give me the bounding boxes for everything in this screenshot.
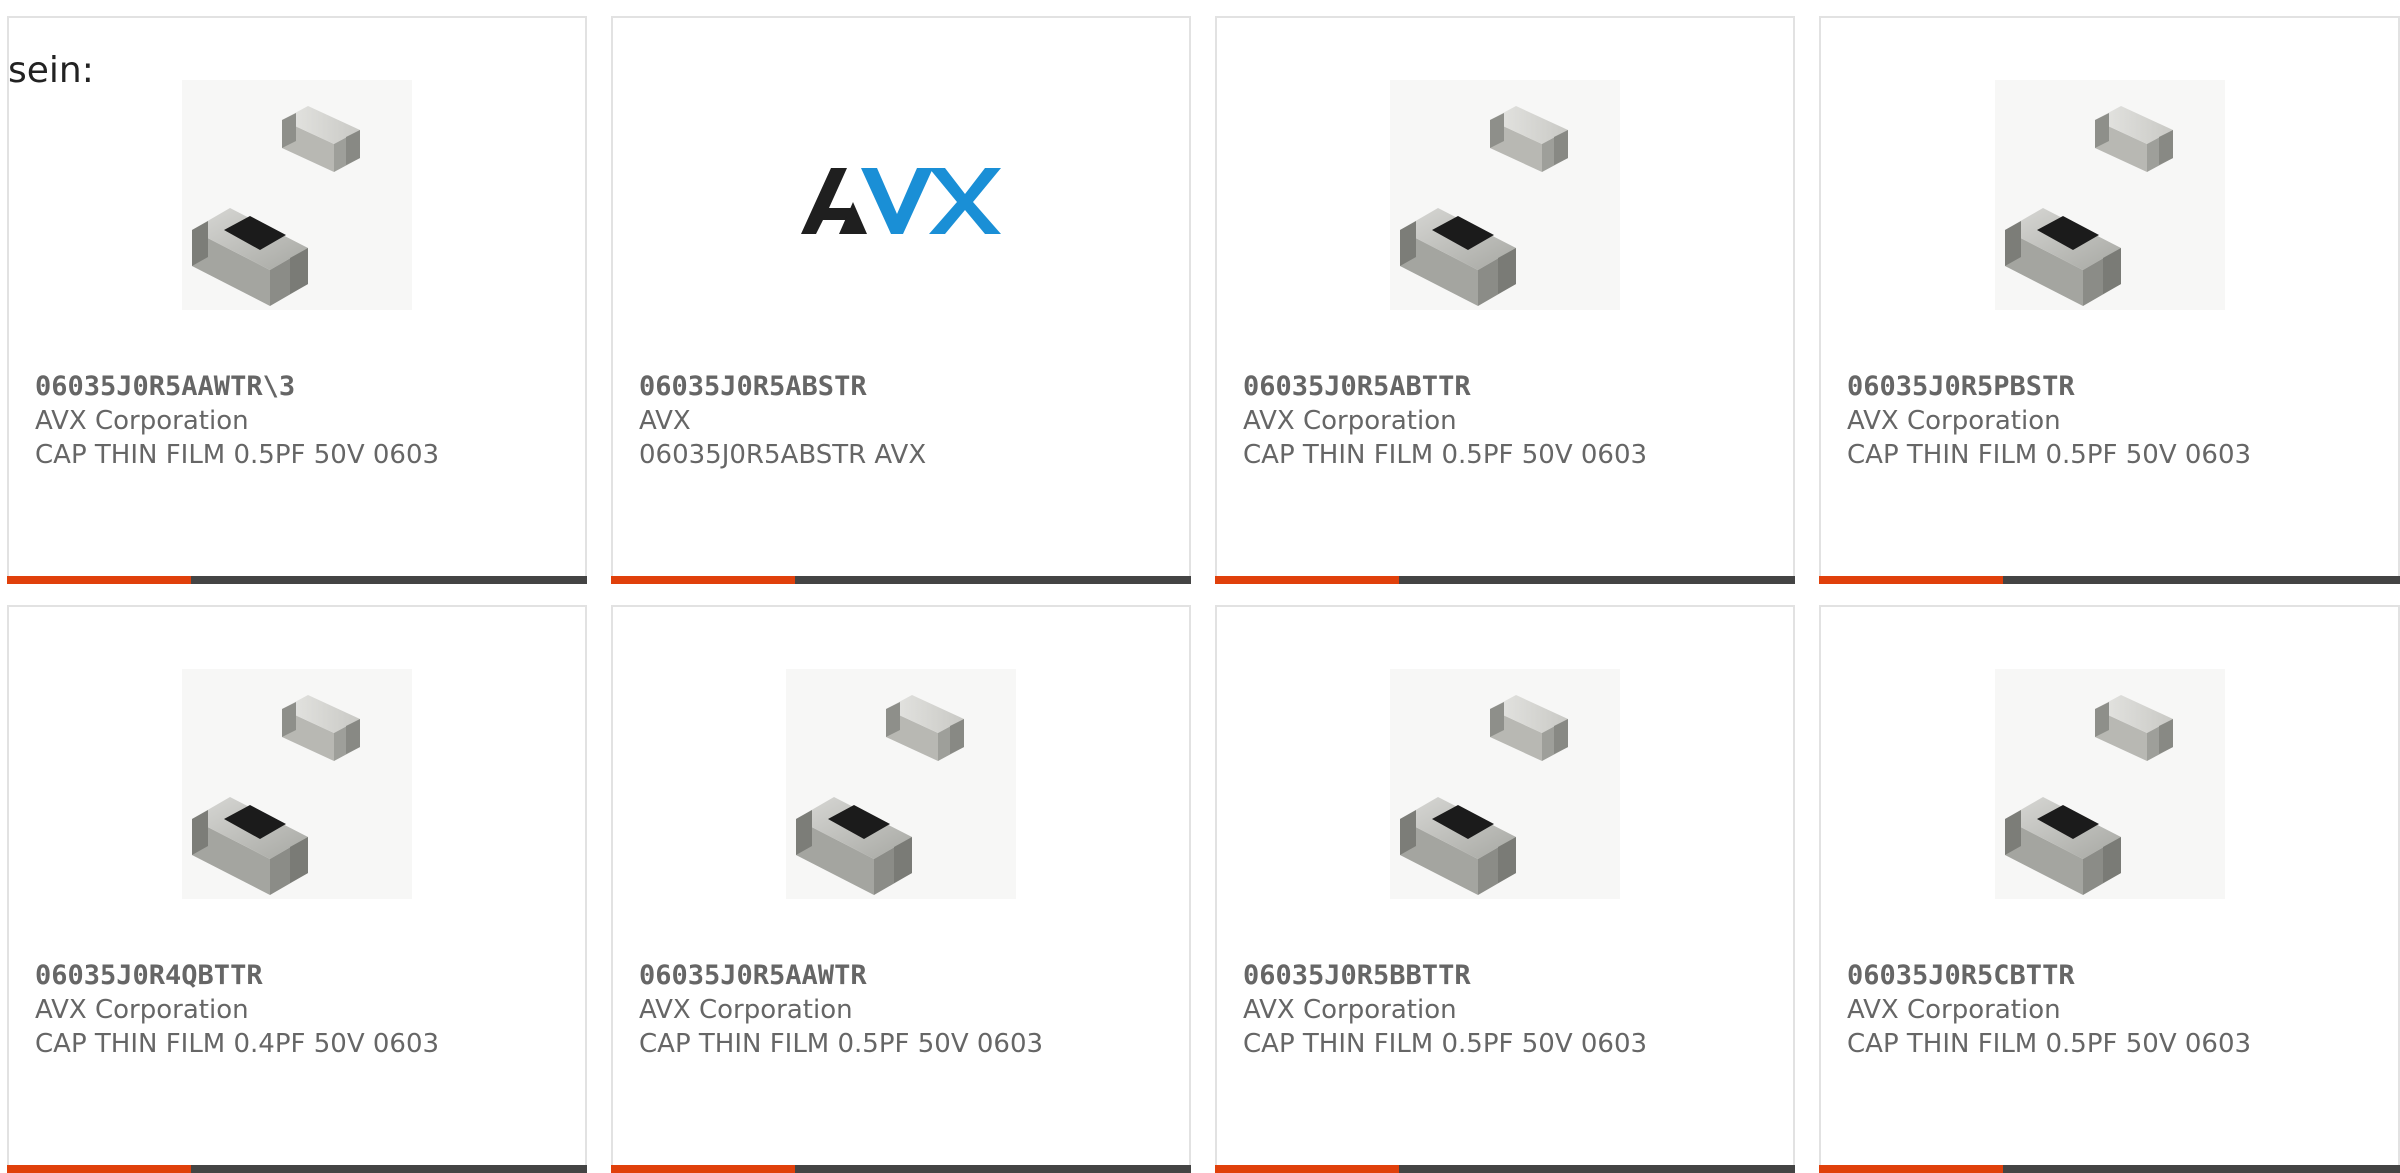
card-footer-bar <box>1819 1165 2400 1173</box>
manufacturer-label: AVX Corporation <box>1243 995 1457 1025</box>
chip-capacitor-icon <box>786 669 1016 899</box>
description-label: CAP THIN FILM 0.5PF 50V 0603 <box>1243 440 1648 470</box>
manufacturer-label: AVX Corporation <box>1847 406 2061 436</box>
description-label: CAP THIN FILM 0.4PF 50V 0603 <box>35 1029 440 1059</box>
product-card[interactable]: 06035J0R4QBTTR AVX Corporation CAP THIN … <box>7 605 587 1173</box>
card-accent-stripe <box>1215 1165 1399 1173</box>
intro-text: sein: <box>8 50 94 91</box>
description-label: CAP THIN FILM 0.5PF 50V 0603 <box>1243 1029 1648 1059</box>
card-accent-stripe <box>7 1165 191 1173</box>
product-card[interactable]: 06035J0R5AAWTR AVX Corporation CAP THIN … <box>611 605 1191 1173</box>
description-label: CAP THIN FILM 0.5PF 50V 0603 <box>639 1029 1044 1059</box>
part-number-link[interactable]: 06035J0R5AAWTR <box>639 959 1179 993</box>
part-number-link[interactable]: 06035J0R5BBTTR <box>1243 959 1783 993</box>
product-card[interactable]: 06035J0R5BBTTR AVX Corporation CAP THIN … <box>1215 605 1795 1173</box>
avx-logo <box>786 80 1016 310</box>
product-meta: 06035J0R5ABTTR AVX Corporation CAP THIN … <box>1243 370 1783 472</box>
card-footer-bar <box>611 1165 1191 1173</box>
manufacturer-label: AVX Corporation <box>1847 995 2061 1025</box>
description-label: CAP THIN FILM 0.5PF 50V 0603 <box>1847 440 2252 470</box>
product-image[interactable] <box>613 80 1189 310</box>
part-number-link[interactable]: 06035J0R4QBTTR <box>35 959 575 993</box>
product-image[interactable] <box>1217 80 1793 310</box>
chip-capacitor-icon <box>182 669 412 899</box>
card-accent-stripe <box>611 576 795 584</box>
product-meta: 06035J0R5CBTTR AVX Corporation CAP THIN … <box>1847 959 2388 1061</box>
product-image[interactable] <box>9 80 585 310</box>
product-card[interactable]: 06035J0R5CBTTR AVX Corporation CAP THIN … <box>1819 605 2400 1173</box>
card-footer-bar <box>1819 576 2400 584</box>
product-image[interactable] <box>1821 669 2398 899</box>
card-footer-bar <box>7 1165 587 1173</box>
product-meta: 06035J0R5ABSTR AVX 06035J0R5ABSTR AVX <box>639 370 1179 472</box>
chip-capacitor-icon <box>1994 669 2225 899</box>
card-accent-stripe <box>1819 1165 2003 1173</box>
manufacturer-label: AVX Corporation <box>35 995 249 1025</box>
manufacturer-label: AVX Corporation <box>1243 406 1457 436</box>
product-image[interactable] <box>9 669 585 899</box>
card-footer-bar <box>1215 576 1795 584</box>
product-card[interactable]: 06035J0R5ABSTR AVX 06035J0R5ABSTR AVX <box>611 16 1191 584</box>
part-number-link[interactable]: 06035J0R5ABSTR <box>639 370 1179 404</box>
description-label: 06035J0R5ABSTR AVX <box>639 440 927 470</box>
card-footer-bar <box>1215 1165 1795 1173</box>
card-accent-stripe <box>7 576 191 584</box>
product-card[interactable]: 06035J0R5AAWTR\3 AVX Corporation CAP THI… <box>7 16 587 584</box>
part-number-link[interactable]: 06035J0R5AAWTR\3 <box>35 370 575 404</box>
part-number-link[interactable]: 06035J0R5PBSTR <box>1847 370 2388 404</box>
manufacturer-label: AVX <box>639 406 691 436</box>
chip-capacitor-icon <box>182 80 412 310</box>
product-meta: 06035J0R5AAWTR AVX Corporation CAP THIN … <box>639 959 1179 1061</box>
chip-capacitor-icon <box>1994 80 2225 310</box>
product-card[interactable]: 06035J0R5ABTTR AVX Corporation CAP THIN … <box>1215 16 1795 584</box>
card-accent-stripe <box>1215 576 1399 584</box>
product-image[interactable] <box>613 669 1189 899</box>
card-footer-bar <box>611 576 1191 584</box>
product-image[interactable] <box>1821 80 2398 310</box>
description-label: CAP THIN FILM 0.5PF 50V 0603 <box>1847 1029 2252 1059</box>
card-accent-stripe <box>1819 576 2003 584</box>
manufacturer-label: AVX Corporation <box>639 995 853 1025</box>
manufacturer-label: AVX Corporation <box>35 406 249 436</box>
product-card[interactable]: 06035J0R5PBSTR AVX Corporation CAP THIN … <box>1819 16 2400 584</box>
product-meta: 06035J0R4QBTTR AVX Corporation CAP THIN … <box>35 959 575 1061</box>
product-meta: 06035J0R5BBTTR AVX Corporation CAP THIN … <box>1243 959 1783 1061</box>
product-image[interactable] <box>1217 669 1793 899</box>
card-accent-stripe <box>611 1165 795 1173</box>
product-meta: 06035J0R5AAWTR\3 AVX Corporation CAP THI… <box>35 370 575 472</box>
description-label: CAP THIN FILM 0.5PF 50V 0603 <box>35 440 440 470</box>
part-number-link[interactable]: 06035J0R5CBTTR <box>1847 959 2388 993</box>
card-footer-bar <box>7 576 587 584</box>
chip-capacitor-icon <box>1390 80 1620 310</box>
part-number-link[interactable]: 06035J0R5ABTTR <box>1243 370 1783 404</box>
chip-capacitor-icon <box>1390 669 1620 899</box>
product-meta: 06035J0R5PBSTR AVX Corporation CAP THIN … <box>1847 370 2388 472</box>
